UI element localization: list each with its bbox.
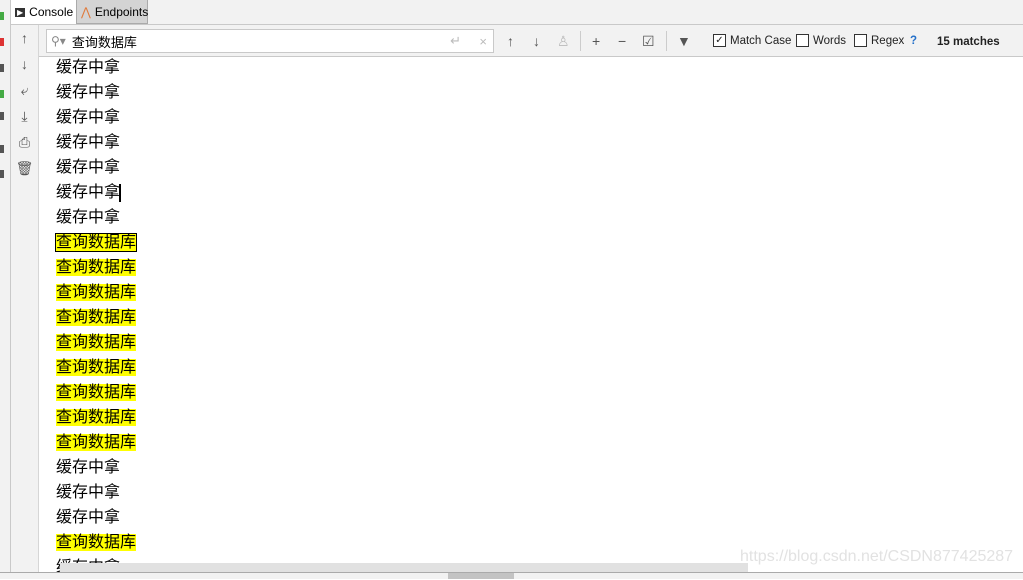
- find-all-icon[interactable]: ♙: [557, 33, 570, 50]
- ide-side-strip: [0, 0, 11, 578]
- print-icon[interactable]: ⎙: [11, 129, 38, 155]
- line-text: 缓存中拿: [56, 509, 121, 526]
- tab-bar: ▶ Console ⋀ Endpoints: [11, 0, 1023, 25]
- line-text: 查询数据库: [56, 434, 137, 451]
- help-link[interactable]: ?: [910, 35, 917, 47]
- search-input[interactable]: ⚲▾ 查询数据库 ↵ ×: [46, 29, 494, 53]
- regex-checkbox[interactable]: Regex: [854, 34, 904, 47]
- line-text: 缓存中拿: [56, 459, 121, 476]
- line-text: 查询数据库: [56, 384, 137, 401]
- line-text: 查询数据库: [56, 309, 137, 326]
- next-match-icon[interactable]: ↓: [533, 33, 540, 49]
- match-line: 查询数据库: [56, 305, 137, 330]
- line-text: 缓存中拿: [56, 84, 121, 101]
- match-line: 查询数据库: [56, 255, 137, 280]
- console-line: 缓存中拿: [56, 205, 136, 230]
- console-line: 缓存中拿: [56, 80, 136, 105]
- match-line: 查询数据库: [56, 280, 137, 305]
- line-text: 查询数据库: [54, 233, 138, 252]
- line-text: 缓存中拿: [56, 484, 121, 501]
- search-icon[interactable]: ⚲▾: [51, 34, 66, 48]
- console-line: 缓存中拿: [56, 180, 136, 205]
- match-count: 15 matches: [937, 36, 1000, 48]
- console-line: 缓存中拿: [56, 130, 136, 155]
- console-line: 缓存中拿: [56, 505, 136, 530]
- scroll-to-end-icon[interactable]: ⤓: [11, 103, 38, 129]
- console-line: 缓存中拿: [56, 480, 136, 505]
- line-text: 缓存中拿: [56, 134, 121, 151]
- trash-icon[interactable]: 🗑: [11, 155, 38, 181]
- clear-icon[interactable]: ×: [479, 34, 487, 49]
- scroll-thumb[interactable]: [448, 573, 514, 579]
- up-arrow-icon[interactable]: ↑: [11, 25, 38, 51]
- match-line: 查询数据库: [56, 530, 137, 555]
- tab-console[interactable]: ▶ Console: [11, 0, 81, 24]
- match-line: 查询数据库: [56, 330, 137, 355]
- remove-occurrence-icon[interactable]: −: [618, 33, 626, 49]
- console-output[interactable]: 缓存中拿 缓存中拿 缓存中拿 缓存中拿 缓存中拿 缓存中拿 缓存中拿 查询数据库 查询数据库 查询…: [54, 55, 138, 580]
- divider: [666, 31, 667, 51]
- filter-icon[interactable]: ▼: [677, 33, 691, 49]
- console-line: 缓存中拿: [56, 105, 136, 130]
- console-icon: ▶: [15, 7, 26, 17]
- select-all-occurrences-icon[interactable]: ☑: [642, 33, 655, 50]
- add-occurrence-icon[interactable]: +: [592, 33, 600, 49]
- console-line: 缓存中拿: [56, 455, 136, 480]
- search-bar: ⚲▾ 查询数据库 ↵ × ↑ ↓ ♙ + − ☑ ▼ ✓ Match Case W…: [39, 25, 1023, 57]
- line-text: 缓存中拿: [56, 184, 121, 201]
- console-line: 缓存中拿: [56, 155, 136, 180]
- line-text: 缓存中拿: [56, 209, 121, 226]
- watermark: https://blog.csdn.net/CSDN877425287: [740, 548, 1014, 565]
- previous-match-icon[interactable]: ↑: [507, 33, 514, 49]
- match-line: 查询数据库: [56, 405, 137, 430]
- text-caret: [119, 184, 121, 202]
- horizontal-scrollbar[interactable]: [60, 563, 748, 572]
- words-checkbox[interactable]: Words: [796, 34, 846, 47]
- console-line: 缓存中拿: [56, 55, 136, 80]
- line-text: 查询数据库: [56, 284, 137, 301]
- line-text: 缓存中拿: [56, 59, 121, 76]
- console-toolbar: ↑ ↓ ⤶ ⤓ ⎙ 🗑: [11, 25, 39, 578]
- tab-endpoints[interactable]: ⋀ Endpoints: [76, 0, 148, 24]
- match-line: 查询数据库: [56, 380, 137, 405]
- line-text: 查询数据库: [56, 334, 137, 351]
- match-line: 查询数据库: [56, 430, 137, 455]
- line-text: 缓存中拿: [56, 109, 121, 126]
- line-text: 查询数据库: [56, 359, 137, 376]
- line-text: 查询数据库: [56, 534, 137, 551]
- down-arrow-icon[interactable]: ↓: [11, 51, 38, 77]
- match-case-checkbox[interactable]: ✓ Match Case: [713, 34, 791, 47]
- line-text: 缓存中拿: [56, 159, 121, 176]
- endpoints-icon: ⋀: [81, 4, 91, 19]
- newline-icon[interactable]: ↵: [450, 33, 461, 49]
- divider: [580, 31, 581, 51]
- line-text: 查询数据库: [56, 409, 137, 426]
- match-line: 查询数据库: [54, 230, 138, 255]
- line-text: 查询数据库: [56, 259, 137, 276]
- match-line: 查询数据库: [56, 355, 137, 380]
- soft-wrap-icon[interactable]: ⤶: [11, 77, 38, 103]
